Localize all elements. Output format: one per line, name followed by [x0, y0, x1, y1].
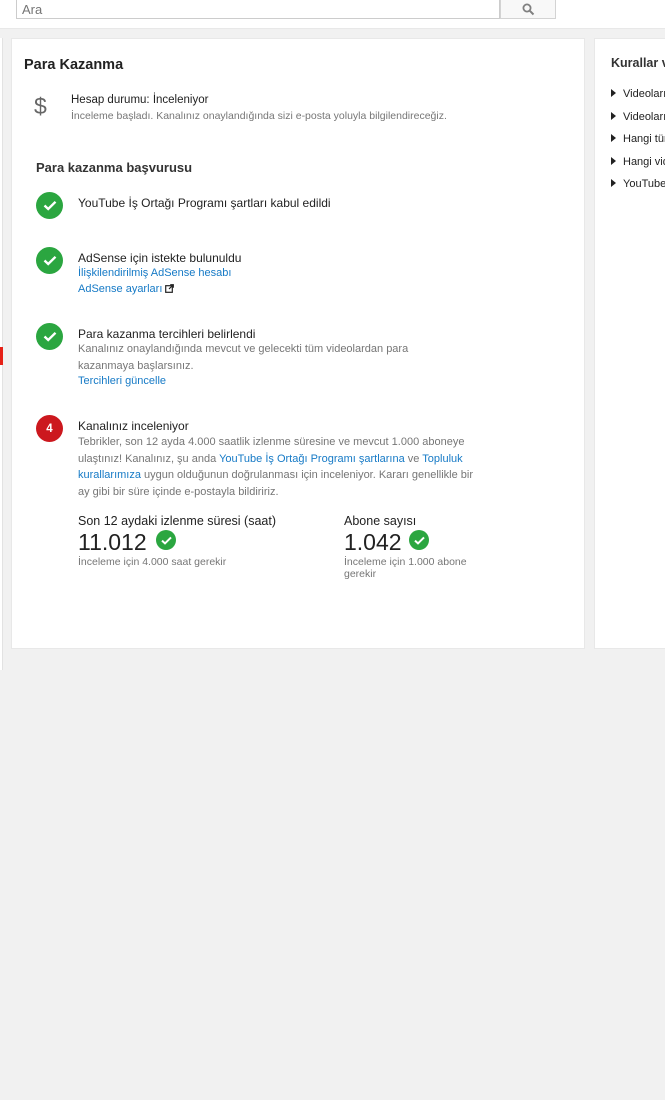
page-title: Para Kazanma: [24, 57, 124, 73]
subscribers-value: 1.042: [344, 529, 402, 555]
side-item-label: Videoları: [623, 88, 665, 100]
side-faq-item[interactable]: Hangi tür: [611, 133, 665, 145]
expand-arrow-icon: [611, 89, 616, 97]
subscribers-label: Abone sayısı: [344, 514, 417, 528]
step-adsense-title: AdSense için istekte bulunuldu: [78, 251, 242, 265]
expand-arrow-icon: [611, 134, 616, 142]
search-icon: [522, 3, 534, 15]
side-faq-item[interactable]: Videoları: [611, 111, 665, 123]
watch-time-value: 11.012: [78, 529, 147, 555]
adsense-settings-label: AdSense ayarları: [78, 283, 163, 295]
step-complete-check-icon: [36, 247, 63, 274]
account-status: Hesap durumu: İnceleniyor: [71, 94, 209, 106]
step-complete-check-icon: [36, 192, 63, 219]
side-faq-item[interactable]: Hangi vid: [611, 156, 665, 168]
side-faq-item[interactable]: YouTube: [611, 178, 665, 190]
side-card-title: Kurallar v: [611, 56, 665, 70]
search-button[interactable]: [500, 0, 556, 19]
dollar-icon: $: [34, 93, 47, 119]
ypp-terms-link[interactable]: YouTube İş Ortağı Programı şartlarına: [219, 453, 405, 465]
update-preferences-link[interactable]: Tercihleri güncelle: [78, 375, 166, 387]
search-input[interactable]: [16, 0, 500, 19]
step-preferences-description: Kanalınız onaylandığında mevcut ve gelec…: [78, 341, 478, 374]
side-item-label: Hangi tür: [623, 133, 665, 145]
step-preferences-title: Para kazanma tercihleri belirlendi: [78, 327, 256, 341]
account-status-description: İnceleme başladı. Kanalınız onaylandığın…: [71, 110, 447, 122]
application-section-title: Para kazanma başvurusu: [36, 160, 193, 175]
step-number-badge: 4: [36, 415, 63, 442]
external-link-icon: [165, 284, 175, 293]
step-preferences-description-line2: kazanmaya başlarsınız.: [78, 359, 194, 372]
subscribers-requirement-line2: gerekir: [344, 568, 377, 580]
expand-arrow-icon: [611, 179, 616, 187]
step-preferences-description-line1: Kanalınız onaylandığında mevcut ve gelec…: [78, 343, 409, 355]
expand-arrow-icon: [611, 157, 616, 165]
side-item-label: Hangi vid: [623, 156, 665, 168]
left-active-indicator: [0, 347, 3, 365]
side-item-label: Videoları: [623, 111, 665, 123]
review-desc-text-b: ve: [404, 452, 423, 465]
linked-adsense-account-link[interactable]: İlişkilendirilmiş AdSense hesabı: [78, 267, 231, 279]
adsense-settings-link[interactable]: AdSense ayarları: [78, 283, 175, 295]
top-bar: [0, 0, 665, 29]
watch-time-label: Son 12 aydaki izlenme süresi (saat): [78, 514, 277, 528]
monetization-card: Para Kazanma $ Hesap durumu: İnceleniyor…: [11, 38, 585, 649]
step-review-description: Tebrikler, son 12 ayda 4.000 saatlik izl…: [78, 434, 478, 500]
watch-time-check-icon: [156, 530, 176, 550]
subscribers-requirement-line1: İnceleme için 1.000 abone: [344, 556, 467, 568]
step-review-title: Kanalınız inceleniyor: [78, 419, 189, 433]
subscribers-requirement: İnceleme için 1.000 abone gerekir: [344, 556, 467, 580]
subscribers-check-icon: [409, 530, 429, 550]
expand-arrow-icon: [611, 112, 616, 120]
side-item-label: YouTube: [623, 178, 665, 190]
side-faq-item[interactable]: Videoları: [611, 88, 665, 100]
watch-time-requirement: İnceleme için 4.000 saat gerekir: [78, 556, 227, 568]
step-ypp-terms-title: YouTube İş Ortağı Programı şartları kabu…: [78, 196, 331, 210]
guidelines-side-card: Kurallar v Videoları Videoları Hangi tür…: [594, 38, 665, 649]
step-complete-check-icon: [36, 323, 63, 350]
